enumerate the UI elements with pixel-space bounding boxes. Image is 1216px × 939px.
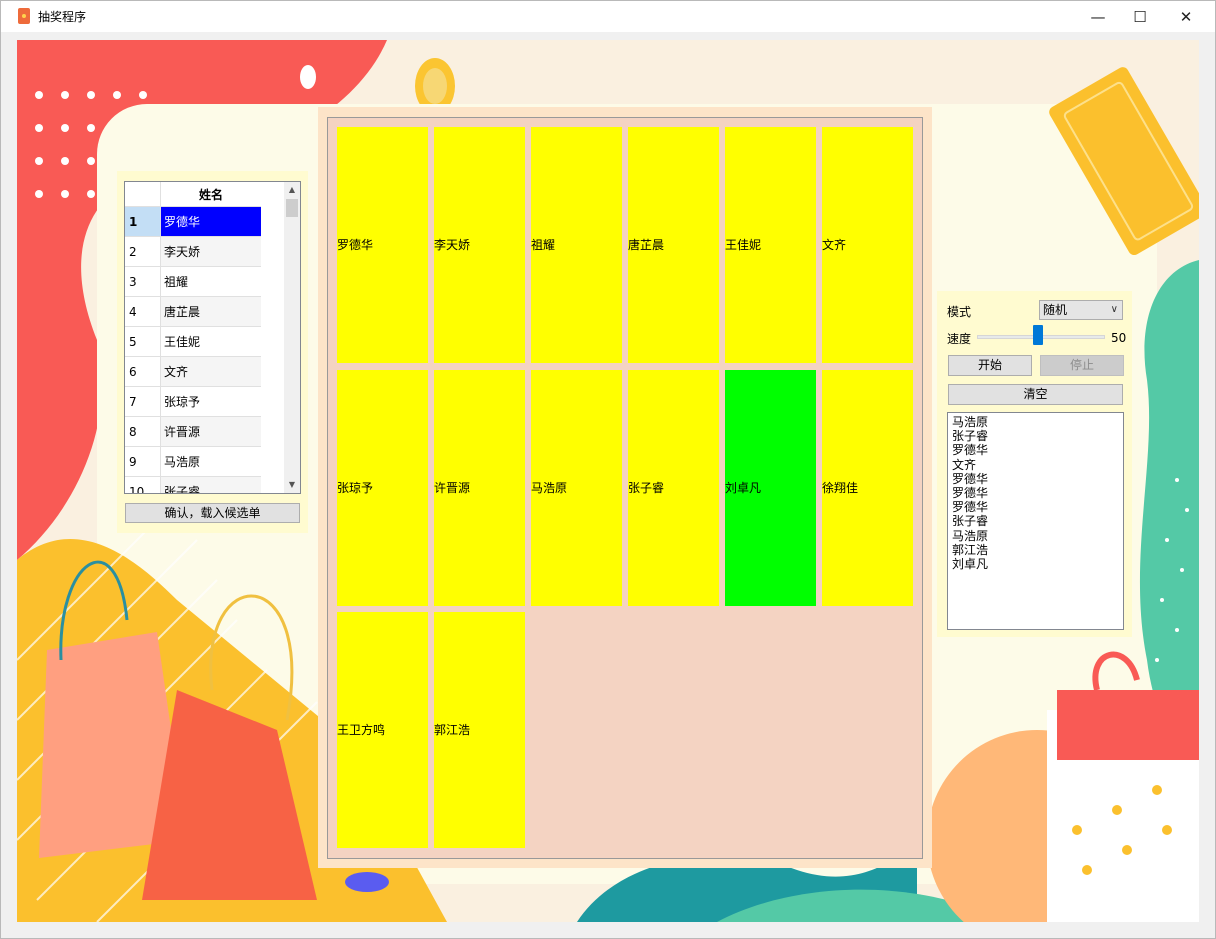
row-name[interactable]: 祖耀 [161,267,261,297]
log-line: 马浩原 [952,415,989,429]
row-name[interactable]: 张琼予 [161,387,261,417]
row-name[interactable]: 许晋源 [161,417,261,447]
grid-cell: 张琼予 [337,370,428,606]
grid-cell: 马浩原 [531,370,622,606]
row-index: 1 [125,207,161,237]
load-candidates-button[interactable]: 确认，载入候选单 [125,503,300,523]
row-index: 8 [125,417,161,447]
close-icon[interactable]: ✕ [1163,1,1209,32]
log-line: 文齐 [952,457,977,472]
table-row[interactable]: 3 祖耀 [125,267,285,297]
grid-cell: 王卫方鸣 [337,612,428,848]
stop-button[interactable]: 停止 [1040,355,1124,376]
row-index: 2 [125,237,161,267]
window-title: 抽奖程序 [38,10,87,24]
row-index: 4 [125,297,161,327]
row-name[interactable]: 唐芷晨 [161,297,261,327]
table-scrollbar[interactable]: ▲ ▼ [284,182,300,493]
speed-slider-thumb[interactable] [1033,325,1044,345]
grid-cell: 唐芷晨 [628,127,719,363]
table-row[interactable]: 5 王佳妮 [125,327,285,357]
grid-cell: 徐翔佳 [822,370,913,606]
row-name[interactable]: 张子睿 [161,477,261,493]
clear-button[interactable]: 清空 [948,384,1123,405]
minimize-icon[interactable]: — [1075,1,1121,32]
table-row[interactable]: 8 许晋源 [125,417,285,447]
start-button[interactable]: 开始 [948,355,1032,376]
row-index: 6 [125,357,161,387]
app-icon [18,8,30,24]
table-row[interactable]: 1 罗德华 [125,207,285,237]
row-name[interactable]: 李天娇 [161,237,261,267]
grid-cell: 李天娇 [434,127,525,363]
grid-cell: 王佳妮 [725,127,816,363]
mode-select[interactable]: 随机 ∨ [1039,300,1123,320]
scroll-thumb[interactable] [286,199,298,217]
grid-cell: 张子睿 [628,370,719,606]
row-name[interactable]: 文齐 [161,357,261,387]
table-corner [125,182,161,207]
row-index: 10 [125,477,161,493]
row-name[interactable]: 马浩原 [161,447,261,477]
grid-cell: 祖耀 [531,127,622,363]
scroll-down-icon[interactable]: ▼ [284,477,300,493]
table-row[interactable]: 4 唐芷晨 [125,297,285,327]
table-row[interactable]: 9 马浩原 [125,447,285,477]
mode-select-value: 随机 [1043,303,1068,317]
speed-value: 50 [1111,331,1127,345]
table-row[interactable]: 7 张琼予 [125,387,285,417]
row-name[interactable]: 罗德华 [161,207,261,237]
grid-cell: 文齐 [822,127,913,363]
log-line: 罗德华 [952,443,989,458]
log-line: 罗德华 [952,486,989,501]
maximize-icon[interactable]: ☐ [1117,1,1163,32]
mode-label: 模式 [947,305,972,319]
row-index: 9 [125,447,161,477]
row-name[interactable]: 王佳妮 [161,327,261,357]
table-row[interactable]: 6 文齐 [125,357,285,387]
table-row[interactable]: 10 张子睿 [125,477,285,493]
table-row[interactable]: 2 李天娇 [125,237,285,267]
row-index: 7 [125,387,161,417]
log-line: 刘卓凡 [952,557,989,572]
draw-history-log[interactable]: 马浩原 张子睿 罗德华 文齐 罗德华 罗德华 罗德华 张子睿 马浩原 郭江浩 刘卓凡 [947,412,1124,630]
chevron-down-icon[interactable]: ∨ [1111,301,1118,319]
log-line: 马浩原 [952,528,989,543]
grid-cell: 刘卓凡 [725,370,816,606]
log-line: 张子睿 [952,514,989,529]
speed-label: 速度 [947,332,972,346]
grid-cell: 罗德华 [337,127,428,363]
candidate-table[interactable]: 姓名 1 罗德华 2 李天娇 3 祖耀 4 唐芷晨 5 王佳妮 6 文齐 7 张… [124,181,301,494]
log-line: 张子睿 [952,429,989,444]
row-index: 5 [125,327,161,357]
log-line: 罗德华 [952,471,989,486]
grid-cell: 许晋源 [434,370,525,606]
log-line: 郭江浩 [952,542,989,557]
title-bar: 抽奖程序 — ☐ ✕ [1,1,1215,32]
row-index: 3 [125,267,161,297]
log-line: 罗德华 [952,500,989,515]
grid-cell: 郭江浩 [434,612,525,848]
column-header-name[interactable]: 姓名 [161,182,261,207]
scroll-up-icon[interactable]: ▲ [284,182,300,198]
